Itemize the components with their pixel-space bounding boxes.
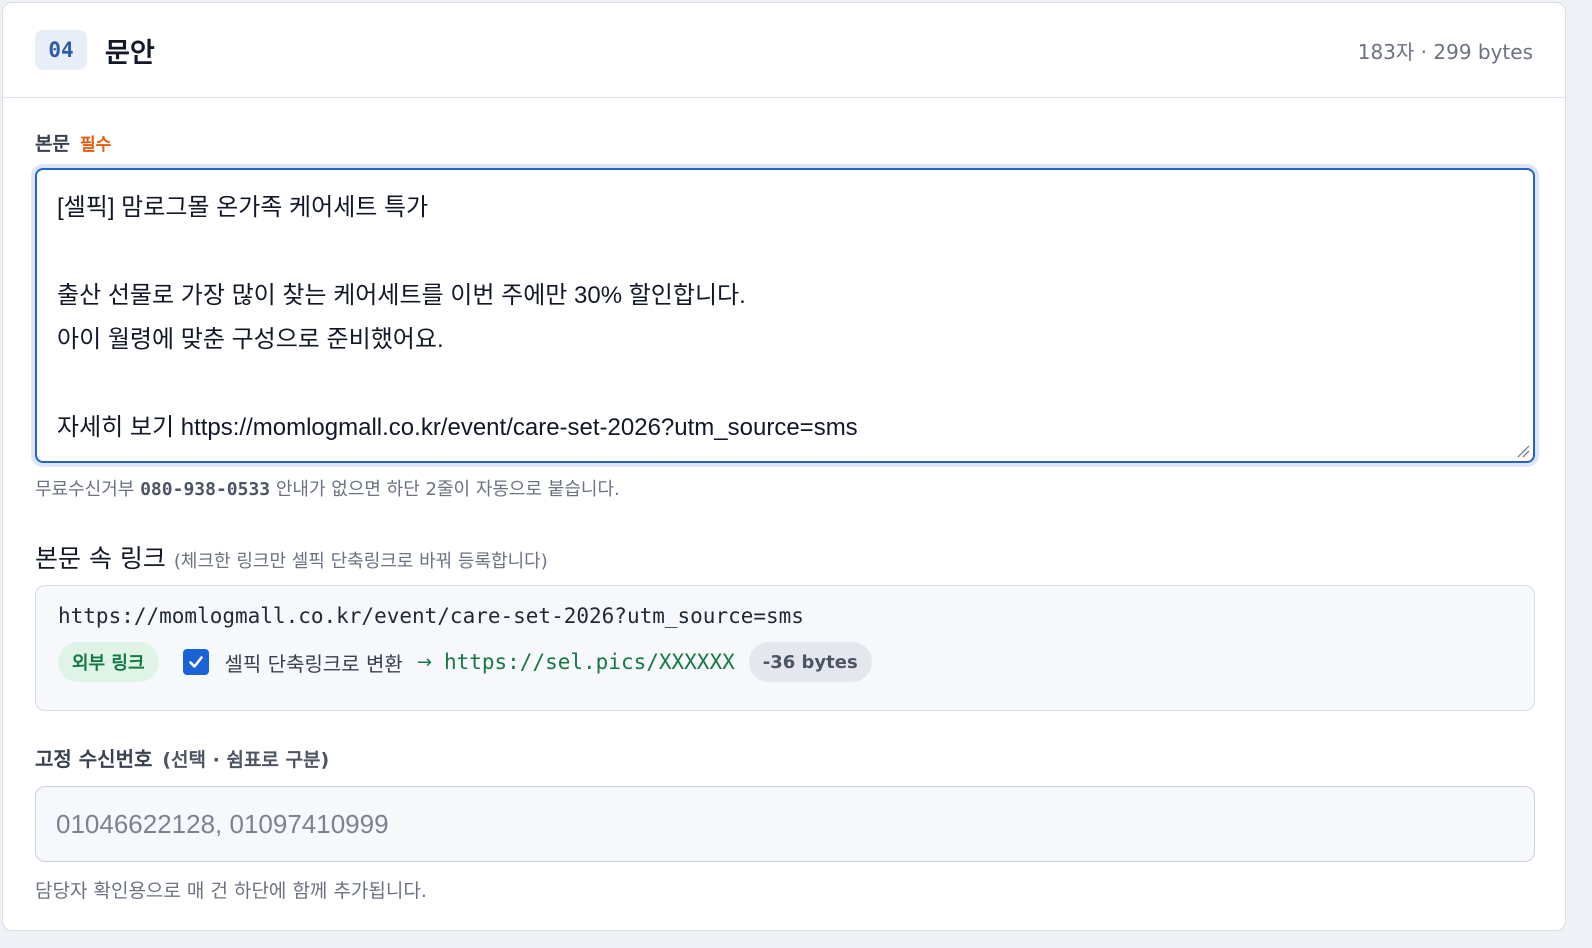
body-textarea-wrapper (35, 168, 1535, 463)
resize-grip-icon[interactable] (1514, 442, 1530, 458)
section-title: 문안 (105, 37, 155, 69)
link-options-row: 외부 링크 셀픽 단축링크로 변환 → https://sel.pics/XXX… (58, 642, 1512, 682)
opt-out-help-text: 무료수신거부 080-938-0533 안내가 없으면 하단 2줄이 자동으로 … (35, 475, 1533, 501)
card-header: 04 문안 183자 · 299 bytes (3, 3, 1565, 98)
character-byte-counter: 183자 · 299 bytes (1357, 39, 1533, 64)
check-icon (188, 656, 203, 668)
card-body: 본문 필수 무료수신거부 080-938-0533 안내가 없으면 하단 2줄이… (3, 130, 1565, 903)
convert-checkbox-label[interactable]: 셀픽 단축링크로 변환 (225, 648, 403, 677)
fixed-recipients-label: 고정 수신번호 (35, 747, 153, 771)
fixed-recipients-hint: (선택 · 쉼표로 구분) (162, 749, 330, 771)
help-prefix: 무료수신거부 (35, 479, 135, 500)
body-field-label: 본문 (35, 132, 70, 155)
links-label-row: 본문 속 링크 (체크한 링크만 셀픽 단축링크로 바꿔 등록합니다) (35, 539, 1533, 575)
help-suffix: 안내가 없으면 하단 2줄이 자동으로 붙습니다. (275, 479, 620, 500)
step-number-badge: 04 (35, 30, 87, 70)
external-link-badge: 외부 링크 (58, 642, 159, 682)
message-content-card: 04 문안 183자 · 299 bytes 본문 필수 무료수신거부 080-… (2, 2, 1566, 931)
body-label-row: 본문 필수 (35, 130, 1533, 155)
opt-out-number: 080-938-0533 (140, 479, 271, 500)
link-item: https://momlogmall.co.kr/event/care-set-… (35, 585, 1535, 711)
links-section-hint: (체크한 링크만 셀픽 단축링크로 바꿔 등록합니다) (173, 551, 548, 572)
body-textarea[interactable] (37, 170, 1533, 461)
bytes-saved-badge: -36 bytes (748, 642, 872, 682)
fixed-recipients-label-row: 고정 수신번호 (선택 · 쉼표로 구분) (35, 743, 1533, 772)
required-marker: 필수 (79, 134, 112, 155)
short-link-preview: https://sel.pics/XXXXXX (443, 650, 735, 674)
arrow-right-icon: → (416, 651, 432, 673)
convert-checkbox[interactable] (182, 649, 209, 675)
links-section-label: 본문 속 링크 (35, 544, 166, 573)
fixed-recipients-help: 담당자 확인용으로 매 건 하단에 함께 추가됩니다. (35, 880, 427, 902)
fixed-recipients-input[interactable] (35, 786, 1535, 862)
link-original-url: https://momlogmall.co.kr/event/care-set-… (58, 604, 804, 628)
